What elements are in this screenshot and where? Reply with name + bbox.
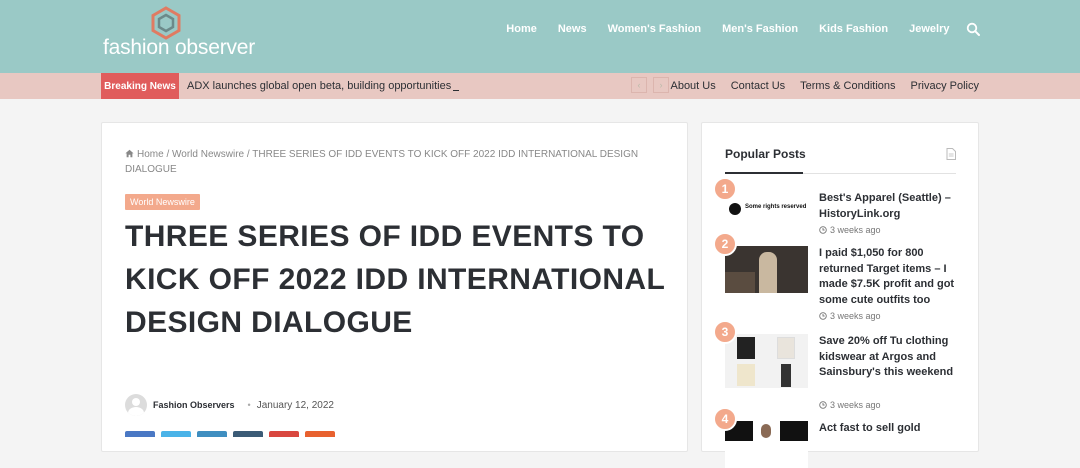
post-date-text: 3 weeks ago (830, 225, 881, 235)
logo-text: fashion observer (103, 36, 256, 59)
rank-badge: 2 (713, 232, 737, 256)
thumbnail-garment (781, 364, 791, 387)
post-thumbnail[interactable] (725, 246, 808, 293)
share-reddit-button[interactable] (305, 431, 335, 437)
share-pinterest-button[interactable] (269, 431, 299, 437)
thumbnail-cc-icon (729, 203, 741, 215)
breadcrumb-category[interactable]: World Newswire (172, 149, 244, 160)
ticker-next-button[interactable]: › (653, 77, 669, 93)
category-badge[interactable]: World Newswire (125, 194, 200, 210)
post-date-text: 3 weeks ago (830, 400, 881, 410)
site-header: fashion observer Home News Women's Fashi… (0, 0, 1080, 73)
share-tumblr-button[interactable] (233, 431, 263, 437)
breadcrumb-separator: / (246, 149, 250, 160)
nav-mens-fashion[interactable]: Men's Fashion (712, 23, 809, 35)
breadcrumb-separator: / (166, 149, 170, 160)
post-thumbnail[interactable]: Some rights reserved (725, 191, 808, 238)
sidebar: Popular Posts Some rights reserved 1 Bes… (701, 122, 979, 468)
thumbnail-block (780, 421, 808, 441)
top-links: About Us Contact Us Terms & Conditions P… (670, 73, 979, 99)
logo-hexagon-icon (151, 6, 181, 40)
post-thumbnail[interactable] (725, 421, 808, 468)
popular-posts-divider (725, 172, 956, 174)
post-date: 3 weeks ago (819, 311, 881, 321)
main-nav: Home News Women's Fashion Men's Fashion … (496, 0, 980, 57)
link-terms[interactable]: Terms & Conditions (800, 80, 895, 92)
thumbnail-garment (777, 337, 795, 359)
post-title[interactable]: I paid $1,050 for 800 returned Target it… (819, 246, 959, 308)
ticker-prev-button[interactable]: ‹ (631, 77, 647, 93)
link-about-us[interactable]: About Us (670, 80, 715, 92)
nav-kids-fashion[interactable]: Kids Fashion (809, 23, 899, 35)
rank-badge: 1 (713, 177, 737, 201)
clock-icon (819, 312, 827, 320)
thumbnail-figure (759, 252, 777, 293)
breadcrumb: Home / World Newswire / THREE SERIES OF … (125, 147, 645, 177)
breadcrumb-home[interactable]: Home (137, 149, 164, 160)
breaking-news-label: Breaking News (101, 73, 179, 99)
article-meta: Fashion Observers • January 12, 2022 (125, 393, 334, 417)
post-title[interactable]: Best's Apparel (Seattle) – HistoryLink.o… (819, 191, 959, 222)
nav-home[interactable]: Home (496, 23, 548, 35)
top-bar: Breaking News ADX launches global open b… (0, 73, 1080, 99)
site-logo[interactable]: fashion observer (103, 4, 255, 68)
home-icon (125, 149, 134, 158)
search-icon[interactable] (966, 22, 980, 36)
share-twitter-button[interactable] (161, 431, 191, 437)
nav-news[interactable]: News (547, 23, 597, 35)
article-date: January 12, 2022 (256, 399, 334, 411)
post-date-text: 3 weeks ago (830, 311, 881, 321)
thumbnail-garment (737, 337, 755, 359)
post-title[interactable]: Act fast to sell gold (819, 421, 959, 437)
share-buttons (125, 431, 335, 437)
clock-icon (819, 226, 827, 234)
breaking-news-ticker[interactable]: ADX launches global open beta, building … (187, 73, 460, 99)
share-linkedin-button[interactable] (197, 431, 227, 437)
ticker-cursor (453, 89, 460, 91)
breaking-news-text[interactable]: ADX launches global open beta, building … (187, 80, 451, 92)
post-title[interactable]: Save 20% off Tu clothing kidswear at Arg… (819, 334, 959, 381)
post-date: 3 weeks ago (819, 400, 881, 410)
post-date: 3 weeks ago (819, 225, 881, 235)
rank-badge: 4 (713, 407, 737, 431)
article-card: Home / World Newswire / THREE SERIES OF … (101, 122, 688, 452)
document-icon (946, 148, 956, 160)
share-facebook-button[interactable] (125, 431, 155, 437)
nav-jewelry[interactable]: Jewelry (899, 23, 960, 35)
nav-womens-fashion[interactable]: Women's Fashion (597, 23, 711, 35)
article-title: THREE SERIES OF IDD EVENTS TO KICK OFF 2… (125, 220, 665, 339)
thumbnail-caption: Some rights reserved (745, 204, 807, 210)
link-contact-us[interactable]: Contact Us (731, 80, 785, 92)
link-privacy-policy[interactable]: Privacy Policy (911, 80, 979, 92)
meta-separator: • (247, 400, 251, 410)
thumbnail-garment (737, 364, 755, 386)
author-avatar[interactable] (125, 394, 147, 416)
post-thumbnail[interactable] (725, 334, 808, 388)
author-name[interactable]: Fashion Observers (153, 400, 235, 410)
thumbnail-shelf (725, 272, 755, 293)
popular-posts-title: Popular Posts (725, 147, 806, 161)
clock-icon (819, 401, 827, 409)
rank-badge: 3 (713, 320, 737, 344)
ticker-controls: ‹ › (631, 77, 669, 93)
